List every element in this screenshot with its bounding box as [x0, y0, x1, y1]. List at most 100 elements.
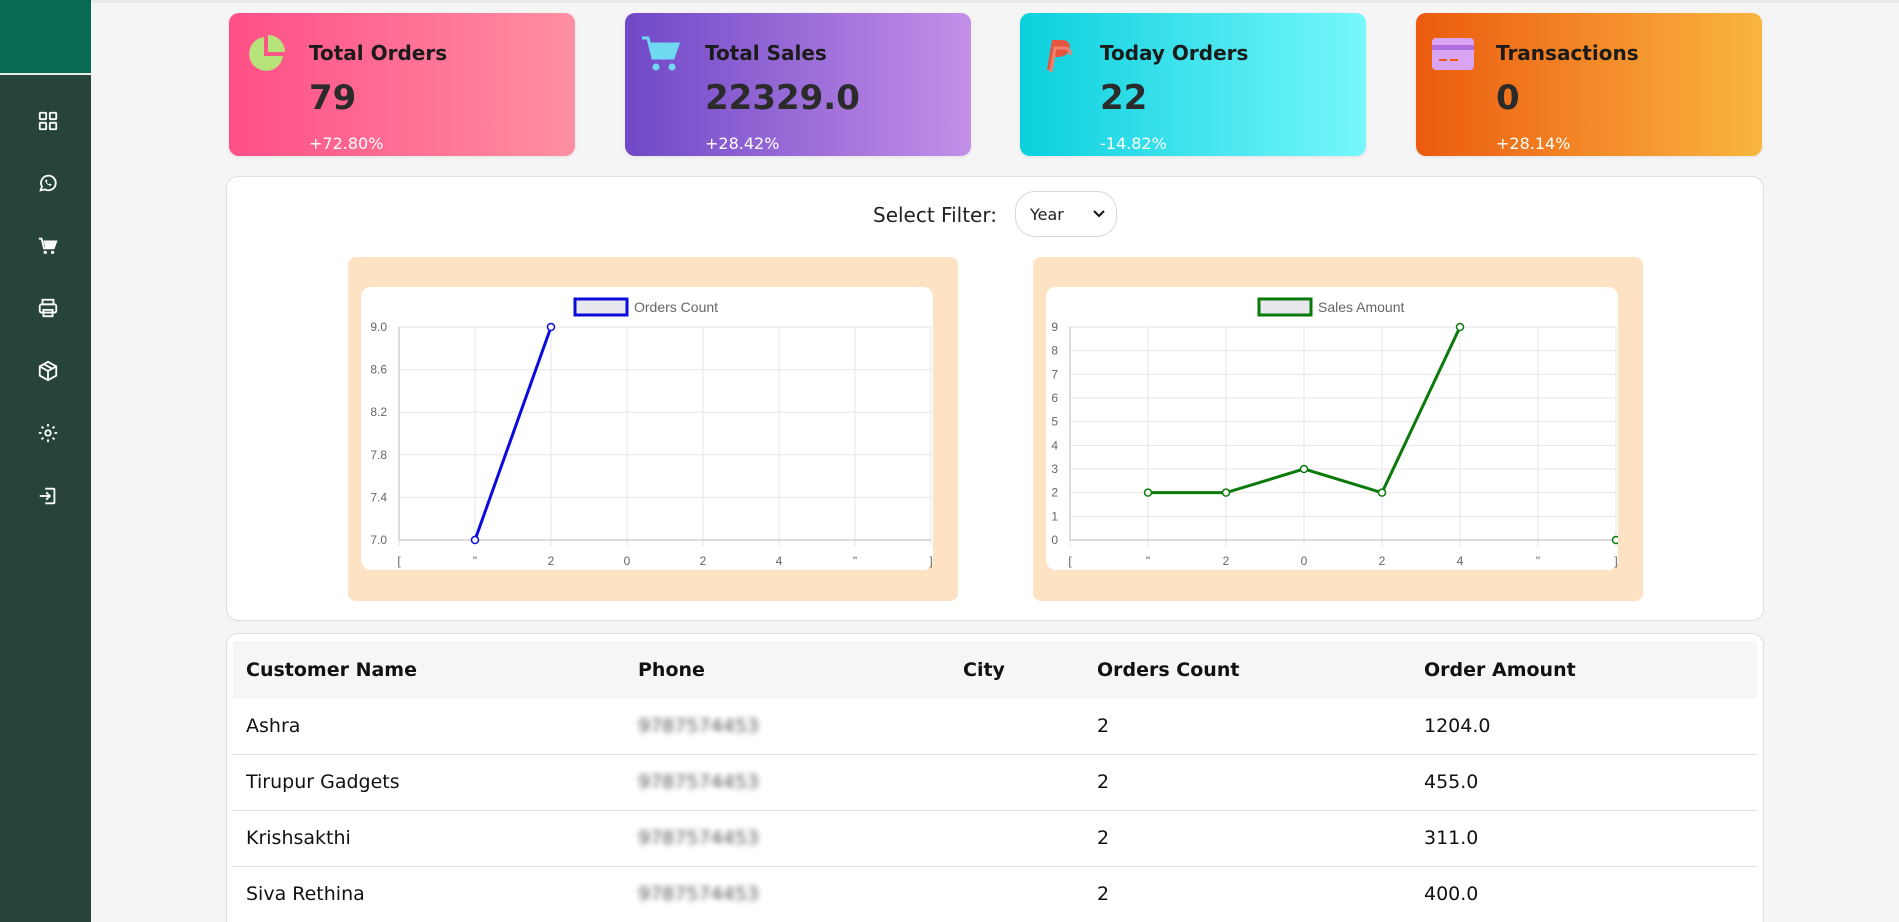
y-tick-label: 3 — [1051, 462, 1058, 476]
header-orders-count[interactable]: Orders Count — [1097, 659, 1239, 681]
x-tick-label: " — [1536, 554, 1540, 568]
x-tick-label: [ — [1068, 554, 1072, 568]
table-row[interactable]: Ashra 9787574453 2 1204.0 — [233, 699, 1757, 755]
header-phone[interactable]: Phone — [638, 659, 705, 681]
printer-icon[interactable] — [33, 293, 63, 323]
table-row[interactable]: Siva Rethina 9787574453 2 400.0 — [233, 867, 1757, 922]
cell-name: Siva Rethina — [246, 883, 365, 905]
card-value: 79 — [309, 78, 357, 118]
credit-card-icon — [1430, 31, 1476, 77]
data-point — [1143, 488, 1153, 497]
stat-card-total-orders: Total Orders 79 +72.80% — [229, 13, 575, 156]
filter-select[interactable]: Year — [1015, 191, 1117, 237]
chart-panel: Select Filter: Year 9.0 8.6 8.2 7.8 7.4 7.0 ["… — [226, 176, 1764, 621]
y-tick-label: 6 — [1051, 391, 1058, 405]
cell-phone: 9787574453 — [638, 715, 759, 737]
x-tick-label: " — [473, 554, 477, 568]
pie-chart-icon — [243, 31, 289, 77]
data-point — [1221, 488, 1231, 497]
cell-name: Tirupur Gadgets — [246, 771, 400, 793]
box-icon[interactable] — [33, 356, 63, 386]
legend-swatch — [1257, 297, 1313, 317]
legend-swatch — [573, 297, 629, 317]
card-value: 22 — [1100, 78, 1148, 118]
cell-name: Ashra — [246, 715, 301, 737]
data-point — [1611, 535, 1618, 545]
header-city[interactable]: City — [963, 659, 1005, 681]
card-change: +28.42% — [705, 134, 780, 153]
data-point — [1377, 488, 1387, 497]
card-title: Total Orders — [309, 41, 448, 65]
cell-count: 2 — [1097, 883, 1110, 905]
card-title: Total Sales — [705, 41, 827, 65]
cell-amount: 400.0 — [1424, 883, 1479, 905]
cart-icon[interactable] — [33, 231, 63, 261]
orders-chart-card: 9.0 8.6 8.2 7.8 7.4 7.0 [" 2 0 2 4 "] Orders Count — [348, 257, 958, 601]
grid-icon[interactable] — [33, 106, 63, 136]
orders-chart: 9.0 8.6 8.2 7.8 7.4 7.0 [" 2 0 2 4 "] Orders Count — [361, 287, 933, 570]
cell-count: 2 — [1097, 771, 1110, 793]
data-point — [1455, 322, 1465, 332]
card-title: Transactions — [1496, 41, 1639, 65]
x-tick-label: 0 — [624, 554, 631, 568]
card-change: -14.82% — [1100, 134, 1167, 153]
settings-icon[interactable] — [33, 418, 63, 448]
logout-icon[interactable] — [33, 481, 63, 511]
x-tick-label: [ — [397, 554, 401, 568]
whatsapp-icon[interactable] — [33, 168, 63, 198]
x-tick-label: " — [853, 554, 857, 568]
y-tick-label: 7 — [1051, 367, 1058, 381]
header-order-amount[interactable]: Order Amount — [1424, 659, 1576, 681]
cell-count: 2 — [1097, 827, 1110, 849]
legend-label: Sales Amount — [1318, 299, 1404, 315]
stat-card-transactions: Transactions 0 +28.14% — [1416, 13, 1762, 156]
x-tick-label: ] — [929, 554, 932, 568]
paypal-icon — [1034, 31, 1080, 77]
series-line — [473, 326, 553, 541]
cell-phone: 9787574453 — [638, 883, 759, 905]
cell-phone: 9787574453 — [638, 827, 759, 849]
x-tick-label: 2 — [1379, 554, 1386, 568]
sales-amount-chart: 9 8 7 6 5 4 3 2 1 0 [" 2 0 2 4 "] Sales Amount — [1051, 297, 1618, 568]
data-point — [546, 322, 556, 332]
y-tick-label: 8.6 — [370, 363, 387, 377]
cell-amount: 455.0 — [1424, 771, 1479, 793]
y-tick-label: 1 — [1051, 509, 1058, 523]
cell-phone: 9787574453 — [638, 771, 759, 793]
filter-value: Year — [1030, 204, 1064, 224]
table-row[interactable]: Krishsakthi 9787574453 2 311.0 — [233, 811, 1757, 867]
y-tick-label: 8.2 — [370, 405, 387, 419]
table-header: Customer Name Phone City Orders Count Or… — [233, 641, 1757, 699]
y-tick-label: 9.0 — [370, 320, 387, 334]
cell-amount: 311.0 — [1424, 827, 1479, 849]
stat-card-total-sales: Total Sales 22329.0 +28.42% — [625, 13, 971, 156]
y-tick-label: 4 — [1051, 438, 1058, 452]
stat-card-today-orders: Today Orders 22 -14.82% — [1020, 13, 1366, 156]
x-tick-label: " — [1146, 554, 1150, 568]
x-tick-label: 2 — [700, 554, 707, 568]
y-tick-label: 7.0 — [370, 533, 387, 547]
x-tick-label: 0 — [1301, 554, 1308, 568]
x-tick-label: 2 — [1223, 554, 1230, 568]
y-tick-label: 2 — [1051, 486, 1058, 500]
sidebar — [0, 0, 91, 922]
card-title: Today Orders — [1100, 41, 1249, 65]
y-tick-label: 7.4 — [370, 490, 387, 504]
data-point — [470, 535, 480, 545]
chevron-down-icon — [1093, 210, 1105, 218]
brand-header — [0, 0, 91, 75]
orders-count-chart: 9.0 8.6 8.2 7.8 7.4 7.0 [" 2 0 2 4 "] Orders Count — [370, 297, 933, 568]
y-tick-label: 5 — [1051, 415, 1058, 429]
x-tick-label: ] — [1614, 554, 1617, 568]
sales-chart: 9 8 7 6 5 4 3 2 1 0 [" 2 0 2 4 "] Sales Amount — [1046, 287, 1618, 570]
header-customer-name[interactable]: Customer Name — [246, 659, 417, 681]
cell-amount: 1204.0 — [1424, 715, 1491, 737]
y-tick-label: 7.8 — [370, 448, 387, 462]
y-tick-label: 8 — [1051, 344, 1058, 358]
table-row[interactable]: Tirupur Gadgets 9787574453 2 455.0 — [233, 755, 1757, 811]
data-point — [1299, 464, 1309, 474]
x-tick-label: 2 — [548, 554, 555, 568]
y-tick-label: 0 — [1051, 533, 1058, 547]
card-change: +28.14% — [1496, 134, 1571, 153]
card-value: 0 — [1496, 78, 1520, 118]
